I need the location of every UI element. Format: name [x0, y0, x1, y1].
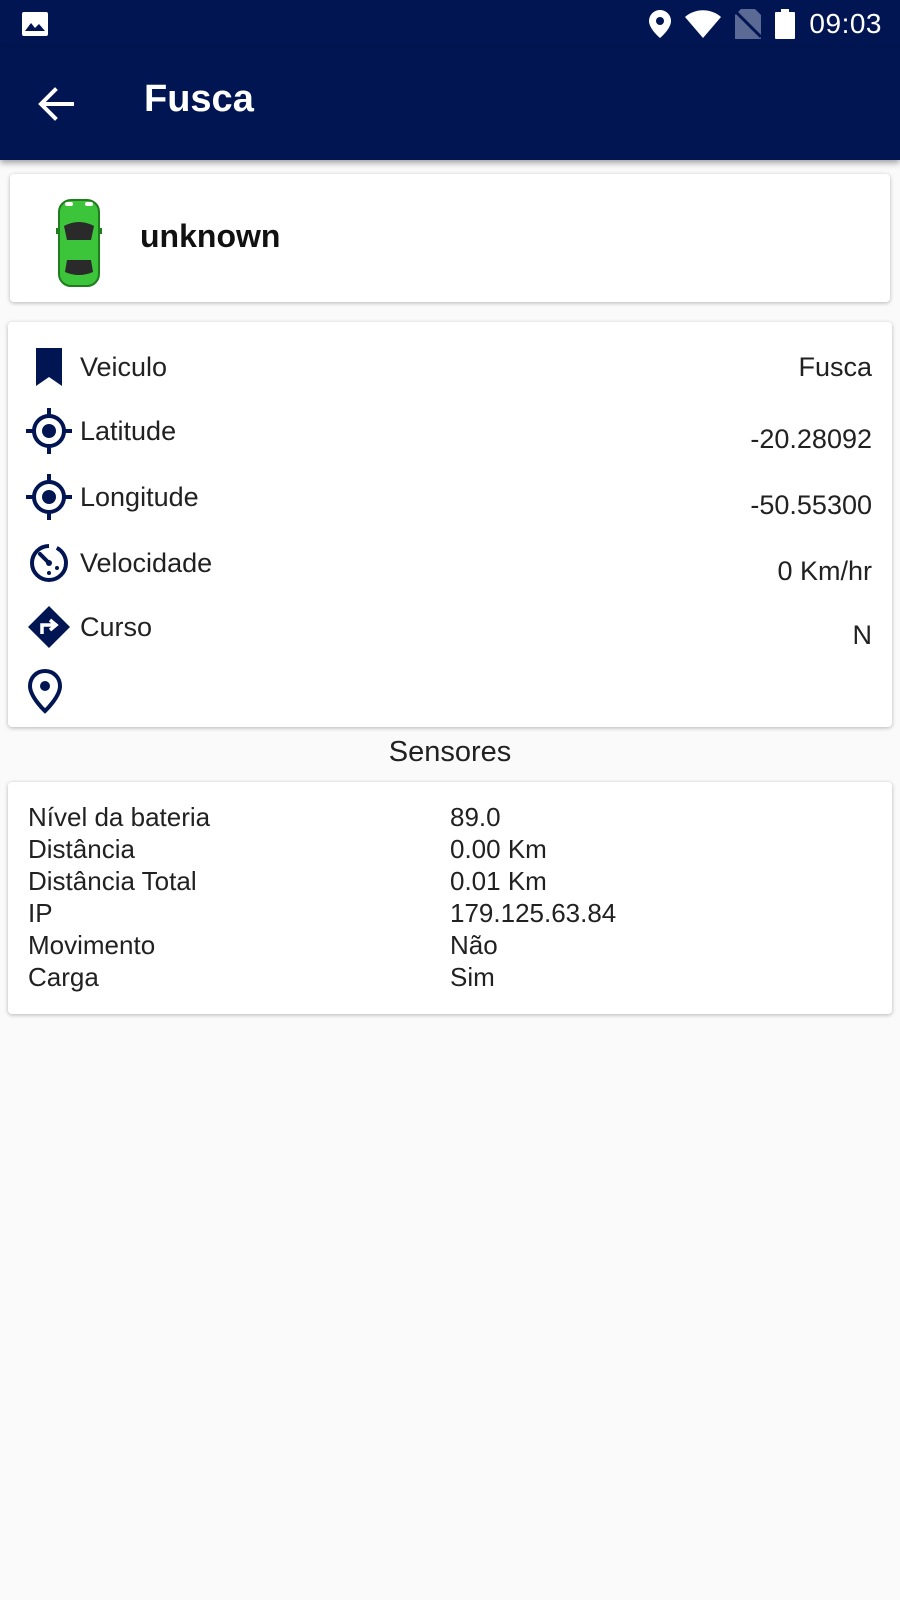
info-value: 0 Km/hr: [777, 556, 872, 586]
info-row-latitude: Latitude -20.28092: [8, 408, 892, 458]
sensor-row: Nível da bateria 89.0: [8, 802, 892, 834]
direction-icon: [28, 606, 70, 648]
map-pin-icon: [27, 668, 63, 714]
car-icon: [56, 199, 102, 287]
sensors-title: Sensores: [388, 736, 512, 768]
location-icon: [649, 10, 672, 38]
info-card: Veiculo Fusca Latitude -20.28092 Longitu…: [8, 322, 892, 727]
app-bar: Fusca: [0, 48, 900, 160]
sensor-row: IP 179.125.63.84: [8, 898, 892, 930]
no-sim-icon: [735, 9, 762, 39]
info-row-velocidade: Velocidade 0 Km/hr: [8, 540, 892, 590]
sensor-label: Distância: [28, 834, 135, 864]
sensor-row: Carga Sim: [8, 962, 892, 994]
info-label: Velocidade: [80, 548, 213, 578]
info-value: -20.28092: [750, 424, 872, 454]
info-row-longitude: Longitude -50.55300: [8, 474, 892, 524]
sensor-label: Movimento: [28, 930, 156, 960]
sensor-label: Carga: [28, 962, 99, 992]
sensor-label: Distância Total: [28, 866, 197, 896]
battery-icon: [775, 9, 796, 39]
info-label: Curso: [80, 612, 153, 642]
device-name: unknown: [140, 218, 281, 254]
sensor-value: 0.00 Km: [450, 834, 547, 864]
sensor-label: Nível da bateria: [28, 802, 211, 832]
sensor-value: 89.0: [450, 802, 501, 832]
sensor-row: Distância 0.00 Km: [8, 834, 892, 866]
info-value: N: [852, 620, 873, 650]
arrow-back-icon[interactable]: [36, 84, 76, 124]
device-card[interactable]: unknown: [10, 174, 890, 302]
status-time: 09:03: [809, 8, 882, 39]
sensor-value: 179.125.63.84: [450, 898, 617, 928]
status-bar: 09:03: [0, 0, 900, 48]
page-title: Fusca: [144, 78, 254, 120]
bookmark-icon: [36, 348, 62, 386]
info-label: Latitude: [80, 416, 177, 446]
sensor-label: IP: [28, 898, 53, 928]
crosshair-icon: [26, 408, 72, 454]
info-row-address: [8, 668, 892, 718]
info-row-curso: Curso N: [8, 604, 892, 654]
sensor-value: Sim: [450, 962, 495, 992]
sensors-card: Nível da bateria 89.0 Distância 0.00 Km …: [8, 782, 892, 1014]
image-icon: [22, 12, 48, 36]
info-value: Fusca: [798, 352, 872, 382]
sensor-value: Não: [450, 930, 498, 960]
sensor-row: Movimento Não: [8, 930, 892, 962]
sensor-value: 0.01 Km: [450, 866, 547, 896]
info-label: Longitude: [80, 482, 199, 512]
sensor-row: Distância Total 0.01 Km: [8, 866, 892, 898]
info-value: -50.55300: [750, 490, 872, 520]
info-label: Veiculo: [80, 352, 168, 382]
info-row-veiculo: Veiculo Fusca: [8, 344, 892, 394]
crosshair-icon: [26, 474, 72, 520]
speedometer-icon: [30, 544, 68, 582]
wifi-icon: [685, 10, 722, 38]
